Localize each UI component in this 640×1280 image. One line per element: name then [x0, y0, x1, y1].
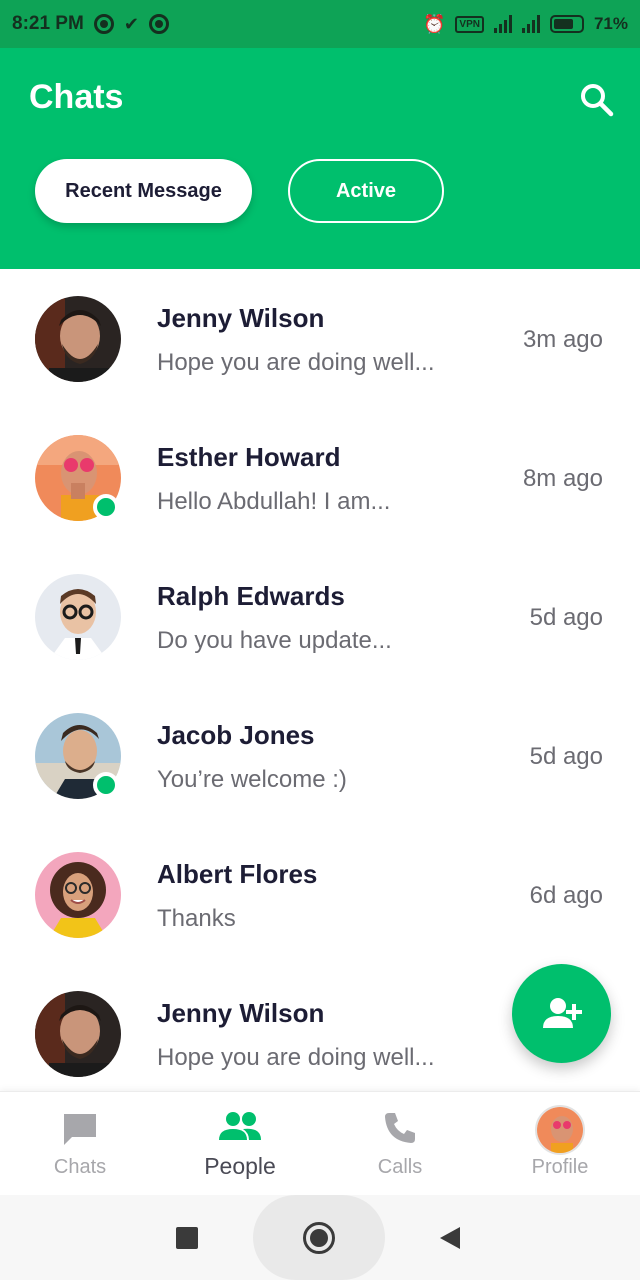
vpn-icon: VPN: [455, 15, 484, 33]
chat-row-esther-howard[interactable]: Esther Howard Hello Abdullah! I am... 8m…: [0, 408, 640, 547]
nav-label: Profile: [531, 1156, 589, 1178]
message-preview: Hope you are doing well...: [157, 1044, 435, 1071]
search-button[interactable]: [577, 80, 617, 120]
chat-bubble-icon: [64, 1114, 96, 1145]
back-button[interactable]: [440, 1227, 460, 1249]
nav-label: Calls: [377, 1156, 423, 1178]
chat-row-jenny-wilson[interactable]: Jenny Wilson Hope you are doing well... …: [0, 269, 640, 408]
status-time: 8:21 PM: [12, 13, 84, 34]
message-time: 3m ago: [522, 326, 603, 353]
nav-people[interactable]: People: [160, 1092, 320, 1196]
contact-name: Jenny Wilson: [157, 998, 325, 1028]
message-preview: Do you have update...: [157, 627, 392, 654]
recent-apps-button[interactable]: [176, 1227, 198, 1249]
message-preview: You’re welcome :): [157, 766, 347, 793]
alarm-icon: ⏰: [422, 13, 446, 34]
online-indicator: [93, 494, 119, 520]
signal-icon: [521, 15, 540, 33]
message-preview: Hope you are doing well...: [157, 349, 435, 376]
message-preview: Thanks: [157, 905, 236, 932]
nav-profile[interactable]: Profile: [480, 1092, 640, 1196]
add-person-icon: [542, 997, 582, 1028]
filter-recent-message[interactable]: Recent Message: [35, 159, 252, 223]
page-title: Chats: [29, 78, 124, 116]
signal-icon: [493, 15, 512, 33]
at-sign-icon: [148, 14, 169, 34]
message-time: 6d ago: [529, 882, 603, 909]
contact-name: Jacob Jones: [157, 720, 315, 750]
profile-avatar: [535, 1105, 585, 1155]
nav-label: People: [204, 1153, 276, 1179]
home-button[interactable]: [303, 1222, 335, 1254]
check-icon: ✔: [123, 13, 139, 34]
message-preview: Hello Abdullah! I am...: [157, 488, 391, 515]
status-bar-left: 8:21 PM ✔: [12, 13, 169, 35]
app-header: Chats Recent Message Active: [0, 48, 640, 269]
contact-name: Jenny Wilson: [157, 303, 325, 333]
search-icon: [581, 84, 614, 117]
avatar: [35, 991, 121, 1077]
filter-active[interactable]: Active: [288, 159, 444, 223]
nav-calls[interactable]: Calls: [320, 1092, 480, 1196]
contact-name: Esther Howard: [157, 442, 341, 472]
status-bar: 8:21 PM ✔ ⏰ VPN 71%: [0, 0, 640, 48]
chat-row-jacob-jones[interactable]: Jacob Jones You’re welcome :) 5d ago: [0, 686, 640, 825]
system-navigation-bar: [0, 1195, 640, 1280]
message-time: 8m ago: [522, 465, 603, 492]
add-contact-button[interactable]: [512, 964, 611, 1063]
battery-percent: 71%: [593, 14, 628, 33]
nav-chats[interactable]: Chats: [0, 1092, 160, 1196]
online-indicator: [93, 772, 119, 798]
avatar: [35, 296, 121, 382]
at-sign-icon: [93, 14, 114, 34]
contact-name: Albert Flores: [157, 859, 318, 889]
chat-row-ralph-edwards[interactable]: Ralph Edwards Do you have update... 5d a…: [0, 547, 640, 686]
phone-icon: [385, 1113, 415, 1143]
avatar: [35, 852, 121, 938]
message-time: 5d ago: [529, 743, 603, 770]
bottom-navigation: Chats People Calls Profile: [0, 1091, 640, 1195]
battery-charging-icon: [549, 15, 584, 33]
avatar: [35, 574, 121, 660]
nav-label: Chats: [53, 1156, 107, 1178]
message-time: 5d ago: [529, 604, 603, 631]
people-icon: [219, 1112, 261, 1140]
chat-row-albert-flores[interactable]: Albert Flores Thanks 6d ago: [0, 825, 640, 964]
contact-name: Ralph Edwards: [157, 581, 345, 611]
status-bar-right: ⏰ VPN 71%: [423, 14, 628, 35]
